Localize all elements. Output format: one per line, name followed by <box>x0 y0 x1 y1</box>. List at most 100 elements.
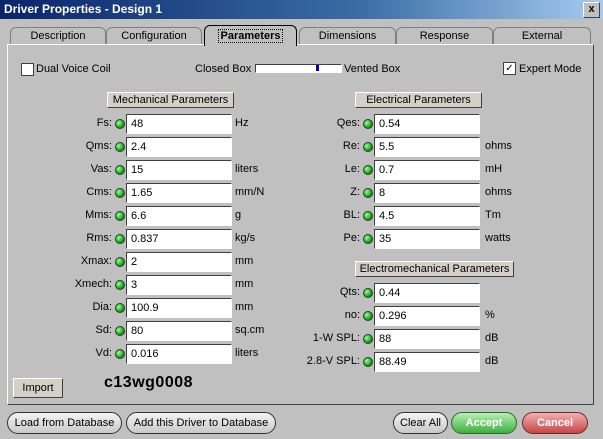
fs-label: Fs: <box>96 117 112 129</box>
2-8-v-spl-status-led-icon[interactable] <box>363 357 373 367</box>
cms-input[interactable]: 1.65 <box>126 183 232 203</box>
vd-input[interactable]: 0.016 <box>126 344 232 364</box>
dual-voice-coil-label: Dual Voice Coil <box>36 63 111 75</box>
1-w-spl-unit: dB <box>485 332 499 344</box>
1-w-spl-input[interactable]: 88 <box>374 329 480 349</box>
sd-input[interactable]: 80 <box>126 321 232 341</box>
vas-input[interactable]: 15 <box>126 160 232 180</box>
tab-parameters[interactable]: Parameters <box>204 25 297 46</box>
xmax-status-led-icon[interactable] <box>115 257 125 267</box>
fs-input[interactable]: 48 <box>126 114 232 134</box>
qes-label: Qes: <box>336 117 360 129</box>
mechanical-parameters-heading[interactable]: Mechanical Parameters <box>107 92 234 108</box>
sd-unit: sq.cm <box>235 324 265 336</box>
accept-button[interactable]: Accept <box>451 412 517 434</box>
load-from-database-button[interactable]: Load from Database <box>7 412 122 434</box>
rms-status-led-icon[interactable] <box>115 234 125 244</box>
z-unit: ohms <box>485 186 512 198</box>
rms-input[interactable]: 0.837 <box>126 229 232 249</box>
z-status-led-icon[interactable] <box>363 188 373 198</box>
qes-input[interactable]: 0.54 <box>374 114 480 134</box>
2-8-v-spl-unit: dB <box>485 355 499 367</box>
re-input[interactable]: 5.5 <box>374 137 480 157</box>
expert-mode-checkbox[interactable]: ✓ <box>503 62 516 75</box>
1-w-spl-status-led-icon[interactable] <box>363 334 373 344</box>
rms-unit: kg/s <box>235 232 256 244</box>
no-input[interactable]: 0.296 <box>374 306 480 326</box>
bl-unit: Tm <box>485 209 501 221</box>
sd-status-led-icon[interactable] <box>115 326 125 336</box>
xmax-label: Xmax: <box>80 255 112 267</box>
tab-description[interactable]: Description <box>10 27 106 44</box>
slider-knob[interactable] <box>316 65 319 71</box>
tab-response[interactable]: Response <box>396 27 493 44</box>
mms-input[interactable]: 6.6 <box>126 206 232 226</box>
vd-label: Vd: <box>95 347 112 359</box>
dia-input[interactable]: 100.9 <box>126 298 232 318</box>
z-input[interactable]: 8 <box>374 183 480 203</box>
import-button[interactable]: Import <box>13 378 63 398</box>
2-8-v-spl-label: 2.8-V SPL: <box>306 355 360 367</box>
mms-unit: g <box>235 209 242 221</box>
re-unit: ohms <box>485 140 512 152</box>
qts-input[interactable]: 0.44 <box>374 283 480 303</box>
pe-label: Pe: <box>343 232 360 244</box>
cms-label: Cms: <box>86 186 112 198</box>
qts-status-led-icon[interactable] <box>363 288 373 298</box>
vas-unit: liters <box>235 163 259 175</box>
vented-box-label: Vented Box <box>344 63 401 75</box>
xmech-input[interactable]: 3 <box>126 275 232 295</box>
qes-status-led-icon[interactable] <box>363 119 373 129</box>
fs-status-led-icon[interactable] <box>115 119 125 129</box>
dia-status-led-icon[interactable] <box>115 303 125 313</box>
bl-input[interactable]: 4.5 <box>374 206 480 226</box>
mms-status-led-icon[interactable] <box>115 211 125 221</box>
le-input[interactable]: 0.7 <box>374 160 480 180</box>
box-type-slider[interactable] <box>255 64 342 73</box>
pe-input[interactable]: 35 <box>374 229 480 249</box>
clear-all-button[interactable]: Clear All <box>393 412 448 434</box>
xmech-status-led-icon[interactable] <box>115 280 125 290</box>
sd-label: Sd: <box>95 324 112 336</box>
vas-label: Vas: <box>90 163 112 175</box>
2-8-v-spl-input[interactable]: 88.49 <box>374 352 480 372</box>
vd-status-led-icon[interactable] <box>115 349 125 359</box>
model-name: c13wg0008 <box>104 374 194 391</box>
cancel-button[interactable]: Cancel <box>522 412 588 434</box>
dual-voice-coil-checkbox[interactable] <box>21 63 34 76</box>
electromechanical-parameters-heading[interactable]: Electromechanical Parameters <box>355 261 514 277</box>
1-w-spl-label: 1-W SPL: <box>312 332 360 344</box>
vd-unit: liters <box>235 347 259 359</box>
tab-dimensions[interactable]: Dimensions <box>299 27 396 44</box>
dia-unit: mm <box>235 301 254 313</box>
pe-status-led-icon[interactable] <box>363 234 373 244</box>
le-label: Le: <box>344 163 360 175</box>
qms-label: Qms: <box>85 140 112 152</box>
xmax-unit: mm <box>235 255 254 267</box>
vas-status-led-icon[interactable] <box>115 165 125 175</box>
xmax-input[interactable]: 2 <box>126 252 232 272</box>
bl-status-led-icon[interactable] <box>363 211 373 221</box>
qms-input[interactable]: 2.4 <box>126 137 232 157</box>
qms-status-led-icon[interactable] <box>115 142 125 152</box>
mms-label: Mms: <box>85 209 112 221</box>
no-unit: % <box>485 309 495 321</box>
electrical-parameters-heading[interactable]: Electrical Parameters <box>355 92 482 108</box>
re-status-led-icon[interactable] <box>363 142 373 152</box>
le-status-led-icon[interactable] <box>363 165 373 175</box>
pe-unit: watts <box>485 232 511 244</box>
xmech-label: Xmech: <box>74 278 112 290</box>
cms-status-led-icon[interactable] <box>115 188 125 198</box>
xmech-unit: mm <box>235 278 254 290</box>
expert-mode-label: Expert Mode <box>519 63 582 75</box>
bl-label: BL: <box>343 209 360 221</box>
cms-unit: mm/N <box>235 186 265 198</box>
close-window-button[interactable]: x <box>583 2 600 18</box>
add-driver-to-database-button[interactable]: Add this Driver to Database <box>126 412 276 434</box>
re-label: Re: <box>342 140 360 152</box>
no-status-led-icon[interactable] <box>363 311 373 321</box>
le-unit: mH <box>485 163 503 175</box>
tab-external[interactable]: External <box>493 27 591 44</box>
qts-label: Qts: <box>339 286 360 298</box>
tab-configuration[interactable]: Configuration <box>106 27 202 44</box>
